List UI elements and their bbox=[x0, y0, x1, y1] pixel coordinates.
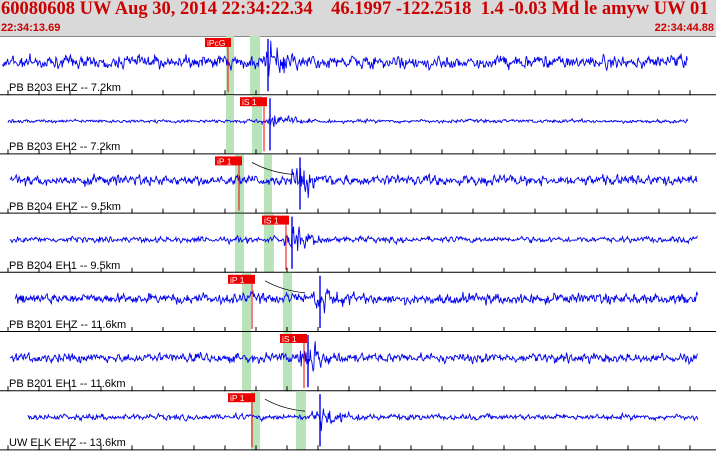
phase-pick-label: iS 1 bbox=[264, 216, 279, 226]
seismogram-traces[interactable]: iPcG iS 1 iP 1 iS 1 iP 1 iS 1 iP 1 bbox=[0, 36, 716, 458]
phase-window bbox=[283, 272, 292, 332]
waveform[interactable] bbox=[14, 288, 698, 314]
phase-window bbox=[235, 213, 244, 273]
phase-window bbox=[264, 154, 272, 214]
waveform[interactable] bbox=[9, 168, 698, 199]
trace-label: PB B203 EH2 -- 7.2km bbox=[9, 141, 121, 154]
phase-window bbox=[226, 95, 234, 155]
waveform[interactable] bbox=[7, 114, 689, 127]
phase-pick-label: iP 1 bbox=[230, 275, 245, 285]
phase-pick-label: iS 1 bbox=[282, 334, 297, 344]
waveform[interactable] bbox=[1, 40, 688, 77]
window-start-time: 22:34:13.69 bbox=[1, 22, 61, 34]
phase-pick-label: iPcG bbox=[207, 38, 225, 48]
window-end-time: 22:34:44.88 bbox=[654, 22, 714, 34]
phase-window bbox=[296, 391, 306, 451]
phase-window bbox=[242, 332, 251, 392]
waveform[interactable] bbox=[9, 341, 698, 372]
trace-label: PB B201 EH1 -- 11.6km bbox=[9, 378, 126, 391]
trace-label: PB B204 EHZ -- 9.5km bbox=[9, 200, 121, 213]
trace-label: PB B204 EH1 -- 9.5km bbox=[9, 259, 121, 272]
trace-label: PB B201 EHZ -- 11.6km bbox=[9, 319, 127, 331]
waveform[interactable] bbox=[9, 226, 698, 252]
phase-pick-label: iP 1 bbox=[230, 393, 245, 403]
waveform[interactable] bbox=[27, 408, 699, 432]
event-title: 60080608 UW Aug 30, 2014 22:34:22.34 46.… bbox=[1, 0, 716, 19]
seismogram-panel[interactable]: iPcG iS 1 iP 1 iS 1 iP 1 iS 1 iP 1 PB B203 EHZ… bbox=[0, 36, 716, 458]
phase-pick-label: iP 1 bbox=[217, 156, 232, 166]
trace-label: UW ELK EHZ -- 13.6km bbox=[9, 437, 126, 450]
phase-pick-label: iS 1 bbox=[242, 97, 257, 107]
trace-label: PB B203 EHZ -- 7.2km bbox=[9, 82, 121, 95]
event-header: 60080608 UW Aug 30, 2014 22:34:22.34 46.… bbox=[0, 0, 716, 37]
